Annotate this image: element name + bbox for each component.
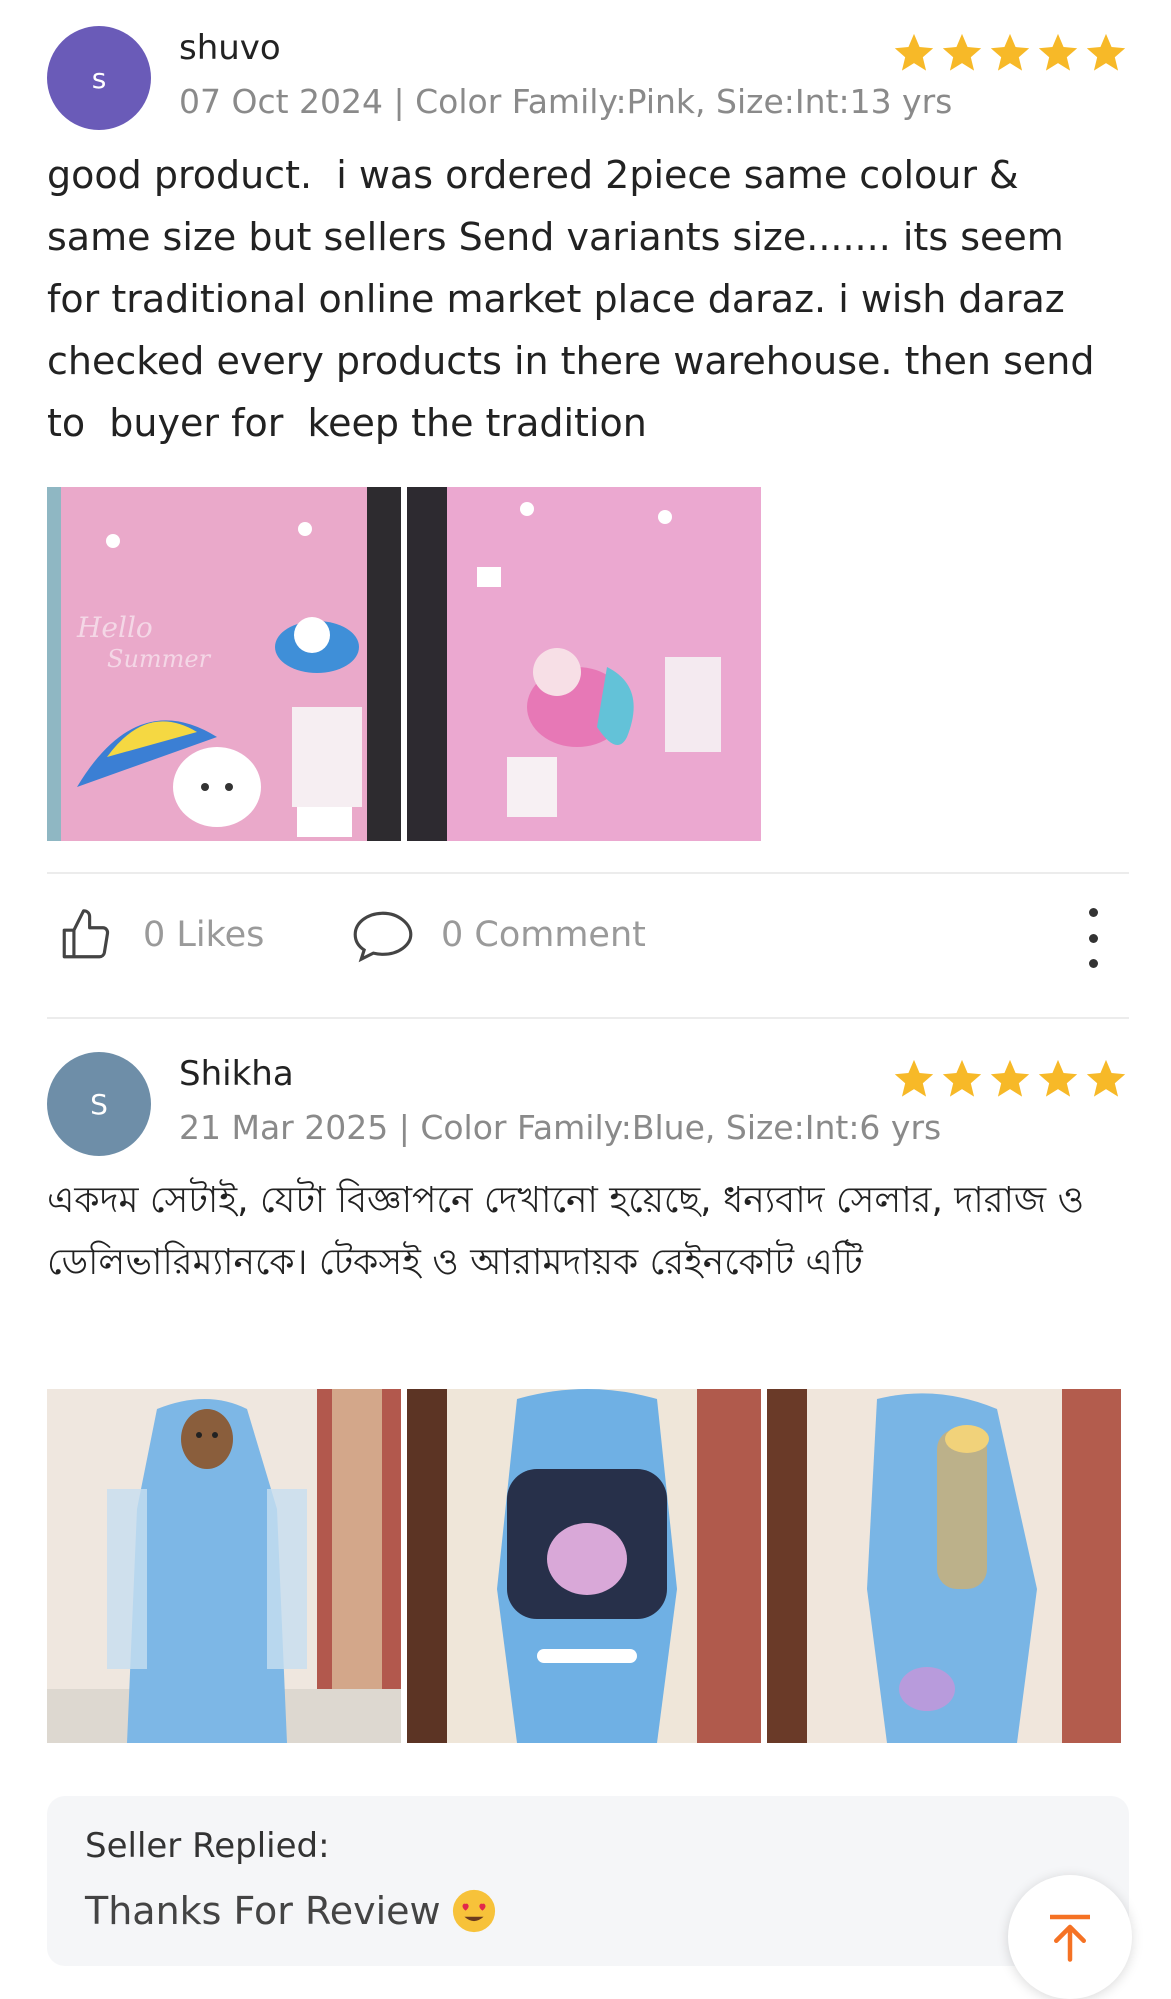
avatar: S (47, 1052, 151, 1156)
review-text: good product. i was ordered 2piece same … (47, 153, 1107, 445)
star-icon (1086, 33, 1126, 71)
star-icon (894, 1059, 934, 1097)
review-meta: 21 Mar 2025 | Color Family:Blue, Size:In… (179, 1108, 942, 1147)
scroll-to-top-button[interactable] (1008, 1875, 1132, 1999)
photo-pink-package-bunny: Hello Summer (47, 487, 401, 841)
likes-count: 0 Likes (143, 915, 265, 955)
divider (47, 872, 1129, 874)
review-photo[interactable] (767, 1389, 1121, 1743)
photo-blue-raincoat-side (767, 1389, 1121, 1743)
star-icon (1038, 1059, 1078, 1097)
star-icon (990, 1059, 1030, 1097)
review-photo[interactable] (407, 487, 761, 841)
star-icon (942, 33, 982, 71)
star-icon (942, 1059, 982, 1097)
reviewer-name: shuvo (179, 28, 281, 68)
seller-reply-title: Seller Replied: (85, 1826, 330, 1866)
divider (47, 1017, 1129, 1019)
photo-blue-raincoat-back (407, 1389, 761, 1743)
photo-child-blue-raincoat (47, 1389, 401, 1743)
more-options-icon[interactable] (1083, 908, 1103, 968)
review-text: একদম সেটাই, যেটা বিজ্ঞাপনে দেখানো হয়েছে… (47, 1180, 1096, 1283)
seller-reply-message: Thanks For Review (85, 1889, 441, 1933)
rating-stars (891, 30, 1129, 76)
star-icon (1086, 1059, 1126, 1097)
arrow-up-icon (1050, 1914, 1090, 1962)
reviewer-name: Shikha (179, 1054, 294, 1094)
comment-bubble-icon (353, 911, 413, 963)
heart-eyes-emoji-icon (452, 1889, 495, 1933)
review-photo[interactable] (407, 1389, 761, 1743)
comment-button[interactable]: 0 Comment (349, 906, 646, 964)
review-photos (47, 1389, 1121, 1743)
thumbs-up-icon (62, 909, 110, 959)
seller-reply-text: Thanks For Review (85, 1888, 497, 1934)
seller-reply: Seller Replied: Thanks For Review (47, 1796, 1129, 1966)
review-meta: 07 Oct 2024 | Color Family:Pink, Size:In… (179, 82, 953, 121)
photo-pink-package-mermaid (407, 487, 761, 841)
comment-count: 0 Comment (441, 915, 646, 955)
svg-text:Summer: Summer (107, 645, 212, 673)
rating-stars (891, 1056, 1129, 1102)
review-photos: Hello Summer (47, 487, 761, 841)
review-actions: 0 Likes 0 Comment (47, 890, 1129, 980)
review-photo[interactable]: Hello Summer (47, 487, 401, 841)
review-photo[interactable] (47, 1389, 401, 1743)
star-icon (1038, 33, 1078, 71)
svg-text:Hello: Hello (76, 611, 153, 644)
like-button[interactable]: 0 Likes (57, 906, 264, 964)
star-icon (990, 33, 1030, 71)
star-icon (894, 33, 934, 71)
avatar: s (47, 26, 151, 130)
